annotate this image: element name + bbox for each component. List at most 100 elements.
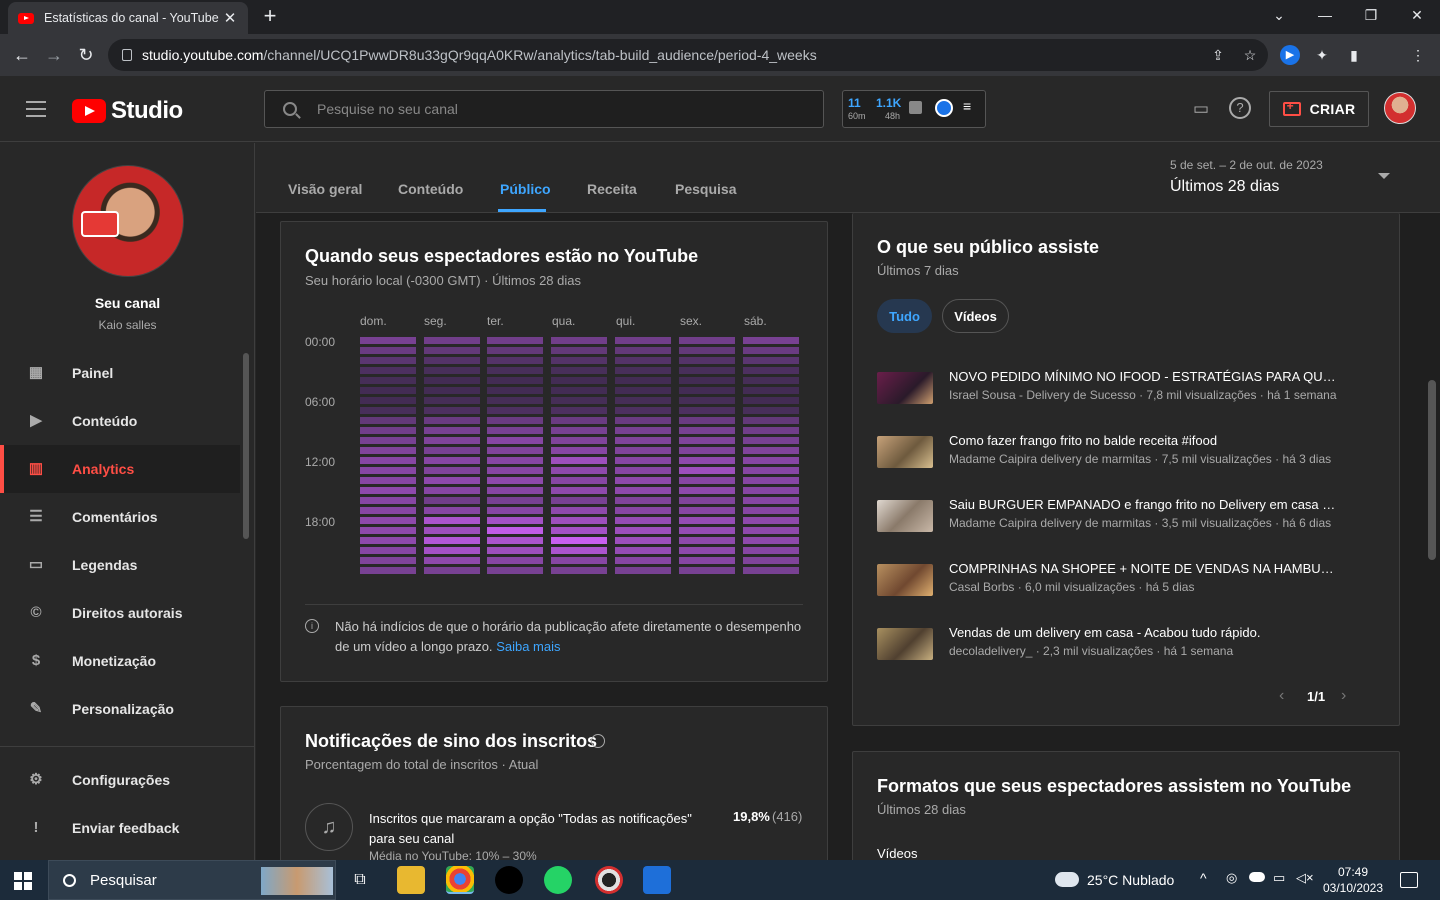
menu-hamburger-icon[interactable]	[26, 101, 46, 117]
heatmap-cell[interactable]	[615, 557, 671, 564]
heatmap-cell[interactable]	[615, 337, 671, 344]
heatmap-cell[interactable]	[743, 467, 799, 474]
heatmap-cell[interactable]	[551, 457, 607, 464]
heatmap-cell[interactable]	[424, 477, 480, 484]
heatmap-cell[interactable]	[551, 537, 607, 544]
dropdown-arrow-icon[interactable]	[1378, 173, 1390, 179]
heatmap-cell[interactable]	[679, 357, 735, 364]
heatmap-cell[interactable]	[679, 527, 735, 534]
heatmap-cell[interactable]	[424, 447, 480, 454]
heatmap-cell[interactable]	[615, 517, 671, 524]
heatmap-cell[interactable]	[487, 457, 543, 464]
heatmap-cell[interactable]	[615, 377, 671, 384]
heatmap-cell[interactable]	[360, 467, 416, 474]
heatmap-cell[interactable]	[487, 537, 543, 544]
heatmap-cell[interactable]	[679, 377, 735, 384]
heatmap-cell[interactable]	[743, 517, 799, 524]
heatmap-cell[interactable]	[615, 427, 671, 434]
heatmap-cell[interactable]	[615, 437, 671, 444]
heatmap-cell[interactable]	[360, 547, 416, 554]
tiktok-icon[interactable]	[495, 866, 523, 894]
heatmap-cell[interactable]	[551, 367, 607, 374]
heatmap-cell[interactable]	[743, 357, 799, 364]
page-scrollbar[interactable]	[1428, 380, 1436, 560]
heatmap-cell[interactable]	[424, 407, 480, 414]
address-bar[interactable]: studio.youtube.com/channel/UCQ1PwwDR8u33…	[108, 39, 1268, 71]
tab-publico[interactable]: Público	[500, 181, 551, 197]
heatmap-cell[interactable]	[551, 387, 607, 394]
heatmap-cell[interactable]	[615, 507, 671, 514]
notifications-icon[interactable]	[1400, 872, 1418, 888]
heatmap-cell[interactable]	[360, 477, 416, 484]
heatmap-cell[interactable]	[679, 497, 735, 504]
heatmap-cell[interactable]	[679, 537, 735, 544]
heatmap-cell[interactable]	[424, 507, 480, 514]
heatmap-cell[interactable]	[615, 417, 671, 424]
sidebar-item-monetizacao[interactable]: $ Monetização	[0, 637, 240, 685]
heatmap-cell[interactable]	[487, 477, 543, 484]
tab-pesquisa[interactable]: Pesquisa	[675, 181, 736, 197]
close-window-button[interactable]: ✕	[1394, 0, 1440, 30]
heatmap-cell[interactable]	[679, 407, 735, 414]
heatmap-cell[interactable]	[551, 447, 607, 454]
tab-visao-geral[interactable]: Visão geral	[288, 181, 362, 197]
account-avatar[interactable]	[1384, 92, 1416, 124]
heatmap-cell[interactable]	[487, 517, 543, 524]
heatmap-cell[interactable]	[743, 387, 799, 394]
heatmap-cell[interactable]	[551, 527, 607, 534]
heatmap-cell[interactable]	[551, 497, 607, 504]
sidebar-item-personalizacao[interactable]: ✎ Personalização	[0, 685, 240, 733]
heatmap-cell[interactable]	[360, 447, 416, 454]
heatmap-cell[interactable]	[360, 487, 416, 494]
heatmap-cell[interactable]	[615, 537, 671, 544]
heatmap-cell[interactable]	[424, 487, 480, 494]
heatmap-cell[interactable]	[360, 347, 416, 354]
heatmap-cell[interactable]	[679, 447, 735, 454]
heatmap-cell[interactable]	[743, 427, 799, 434]
heatmap-cell[interactable]	[487, 547, 543, 554]
heatmap-cell[interactable]	[615, 477, 671, 484]
heatmap-cell[interactable]	[679, 427, 735, 434]
heatmap-cell[interactable]	[743, 437, 799, 444]
channel-avatar[interactable]	[72, 165, 184, 277]
heatmap-cell[interactable]	[743, 457, 799, 464]
heatmap-cell[interactable]	[551, 567, 607, 574]
heatmap-cell[interactable]	[743, 537, 799, 544]
heatmap-cell[interactable]	[679, 367, 735, 374]
volume-muted-icon[interactable]: ◁×	[1296, 870, 1314, 886]
learn-more-link[interactable]: Saiba mais	[496, 639, 560, 654]
extension-icon[interactable]: ▶	[1280, 45, 1300, 65]
heatmap-cell[interactable]	[424, 537, 480, 544]
sidebar-item-legendas[interactable]: ▭ Legendas	[0, 541, 240, 589]
heatmap-cell[interactable]	[487, 337, 543, 344]
heatmap-cell[interactable]	[551, 397, 607, 404]
olaclick-icon[interactable]	[643, 866, 671, 894]
task-view-icon[interactable]: ⧉	[346, 866, 374, 894]
close-tab-icon[interactable]: ✕	[222, 9, 238, 27]
heatmap-cell[interactable]	[551, 357, 607, 364]
date-range-picker[interactable]: 5 de set. – 2 de out. de 2023 Últimos 28…	[1170, 158, 1323, 196]
heatmap-cell[interactable]	[424, 437, 480, 444]
heatmap-cell[interactable]	[679, 507, 735, 514]
heatmap-cell[interactable]	[487, 417, 543, 424]
create-button[interactable]: CRIAR	[1269, 91, 1369, 127]
heatmap-cell[interactable]	[424, 387, 480, 394]
sidebar-scrollbar[interactable]	[243, 353, 249, 539]
heatmap-cell[interactable]	[743, 347, 799, 354]
heatmap-cell[interactable]	[487, 387, 543, 394]
heatmap-cell[interactable]	[360, 367, 416, 374]
heatmap-cell[interactable]	[551, 507, 607, 514]
list-item[interactable]: NOVO PEDIDO MÍNIMO NO IFOOD - ESTRATÉGIA…	[877, 369, 1377, 409]
heatmap-cell[interactable]	[743, 367, 799, 374]
heatmap-cell[interactable]	[679, 437, 735, 444]
bookmark-star-icon[interactable]: ☆	[1240, 45, 1260, 65]
heatmap-cell[interactable]	[551, 487, 607, 494]
tab-receita[interactable]: Receita	[587, 181, 637, 197]
file-explorer-icon[interactable]	[397, 866, 425, 894]
tray-chevron-icon[interactable]: ^	[1200, 870, 1207, 886]
heatmap-cell[interactable]	[360, 417, 416, 424]
next-page-icon[interactable]: ›	[1341, 687, 1346, 705]
heatmap-cell[interactable]	[615, 457, 671, 464]
help-icon[interactable]: ?	[1229, 97, 1251, 119]
widget-menu-icon[interactable]: ≡	[963, 98, 971, 114]
